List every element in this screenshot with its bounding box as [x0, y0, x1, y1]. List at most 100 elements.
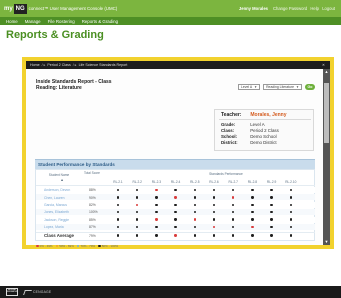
legend-item: 0% - 49% [36, 244, 53, 248]
menu-manage[interactable]: Manage [25, 19, 41, 24]
breadcrumb-report: Life Science Standards Report [78, 63, 128, 67]
legend-swatch-icon [98, 244, 101, 248]
average-divider [36, 231, 315, 233]
standard-type-select[interactable]: Reading Literature ▼ [263, 84, 302, 90]
student-total-score: 90% [89, 195, 96, 200]
average-performance-dot [270, 234, 273, 237]
average-performance-dot [232, 234, 235, 237]
col-standards-performance: Standards Performance [209, 172, 243, 176]
student-name-link[interactable]: Anderson, Devon [44, 188, 70, 192]
student-name-link[interactable]: Garcia, Marcus [44, 203, 67, 207]
performance-dot [174, 203, 177, 206]
performance-dot [270, 188, 273, 192]
class-average-label: Class Average [44, 233, 74, 238]
level-select-value: Level A [241, 85, 253, 89]
student-total-score: 85% [89, 217, 96, 222]
scroll-down-icon[interactable]: ▼ [323, 239, 330, 245]
grade-value: Level A [250, 122, 265, 127]
grade-label: Grade: [221, 122, 236, 127]
performance-dot [270, 196, 273, 199]
brand-logo[interactable]: my NG connect™ User Management Console (… [0, 0, 117, 17]
col-standard[interactable]: RL.2.6 [206, 180, 222, 184]
report-controls: Level A ▼ Reading Literature ▼ Go [235, 84, 315, 90]
col-standard[interactable]: RL.2.1 [110, 180, 126, 184]
scroll-thumb[interactable] [324, 83, 329, 143]
legend-swatch-icon [76, 244, 80, 248]
performance-dot [251, 196, 254, 199]
breadcrumb: Home / ▸ Period 2 Class / ▸ Life Science… [26, 61, 330, 69]
performance-dot [289, 203, 292, 206]
breadcrumb-class[interactable]: Period 2 Class [47, 63, 70, 67]
class-row: Class: Period 2 Class [221, 128, 279, 133]
change-password-link[interactable]: Change Password [273, 6, 307, 11]
average-performance-dot [212, 234, 216, 237]
logout-link[interactable]: Logout [322, 6, 335, 11]
performance-dot [155, 203, 158, 206]
col-standard[interactable]: RL.2.7 [225, 180, 241, 184]
main-menu: Home Manage File Rostering Reports & Gra… [0, 17, 341, 25]
performance-dot [116, 218, 120, 221]
student-name-link[interactable]: Jackson, Reggie [44, 218, 69, 222]
col-standard[interactable]: RL.2.10 [283, 180, 299, 184]
go-button[interactable]: Go [305, 84, 315, 90]
col-standard[interactable]: RL.2.5 [187, 180, 203, 184]
user-links: Change Password Help Logout [271, 6, 335, 11]
student-name-link[interactable]: Jones, Elizabeth [44, 210, 69, 214]
student-name-link[interactable]: Chen, Lauren [44, 196, 65, 200]
cengage-mark-icon [23, 289, 32, 295]
menu-file-rostering[interactable]: File Rostering [48, 19, 75, 24]
school-value: Demo School [250, 134, 277, 139]
menu-home[interactable]: Home [6, 19, 18, 24]
page-title: Reports & Grading [6, 29, 104, 41]
school-row: School: Demo School [221, 134, 277, 139]
legend-label: 80% - 100% [101, 244, 119, 248]
cengage-logo: CENGAGE [23, 289, 51, 295]
grade-row: Grade: Level A [221, 122, 265, 127]
vertical-scrollbar[interactable]: ▲ ▼ [323, 69, 330, 245]
app-header: my NG connect™ User Management Console (… [0, 0, 341, 17]
standards-table: Student Name ▲ Total Score Standards Per… [35, 169, 315, 241]
performance-dot [193, 196, 196, 199]
col-student-name[interactable]: Student Name [42, 173, 76, 177]
class-value: Period 2 Class [250, 128, 279, 133]
national-geographic-logo: NATIONAL GEOGRAPHIC [6, 288, 18, 296]
menu-reports-grading[interactable]: Reports & Grading [82, 19, 118, 24]
performance-dot [155, 225, 158, 229]
report-content: Inside Standards Report - Class Reading:… [26, 69, 323, 248]
col-standard[interactable]: RL.2.4 [168, 180, 184, 184]
close-icon[interactable]: ✕ [322, 61, 325, 69]
scroll-up-icon[interactable]: ▲ [323, 69, 330, 75]
average-performance-dot [136, 234, 139, 237]
chevron-down-icon: ▼ [254, 85, 258, 89]
sort-icon[interactable]: ▲ [45, 178, 79, 182]
col-standard[interactable]: RL.2.2 [129, 180, 145, 184]
teacher-label: Teacher: [221, 112, 242, 118]
brand-my: my [4, 5, 13, 12]
performance-dot [193, 203, 196, 206]
col-standard[interactable]: RL.2.9 [264, 180, 280, 184]
report-frame: Home / ▸ Period 2 Class / ▸ Life Science… [22, 57, 334, 249]
breadcrumb-home[interactable]: Home [30, 63, 40, 67]
performance-dot [270, 218, 273, 221]
user-area: Jenny Morales Change Password Help Logou… [239, 6, 341, 11]
student-total-score: 88% [89, 188, 96, 193]
user-name: Jenny Morales [238, 6, 268, 11]
col-standard[interactable]: RL.2.3 [148, 180, 164, 184]
performance-dot [289, 196, 292, 199]
page-footer-note: · [36, 241, 37, 245]
student-total-score: 87% [89, 225, 96, 230]
student-total-score: 82% [89, 203, 96, 207]
help-link[interactable]: Help [310, 6, 319, 11]
average-performance-dot [193, 234, 196, 237]
performance-dot [193, 218, 196, 221]
col-standard[interactable]: RL.2.8 [244, 180, 260, 184]
performance-dot [289, 218, 292, 221]
legend-swatch-icon [55, 244, 59, 248]
col-total-score[interactable]: Total Score [82, 171, 102, 176]
legend-item: 50% - 69% [55, 244, 74, 248]
level-select[interactable]: Level A ▼ [238, 84, 261, 90]
report-title: Inside Standards Report - Class Reading:… [36, 79, 112, 91]
performance-dot [270, 203, 273, 206]
student-name-link[interactable]: Lopez, Maria [44, 225, 64, 229]
performance-dot [251, 218, 254, 221]
